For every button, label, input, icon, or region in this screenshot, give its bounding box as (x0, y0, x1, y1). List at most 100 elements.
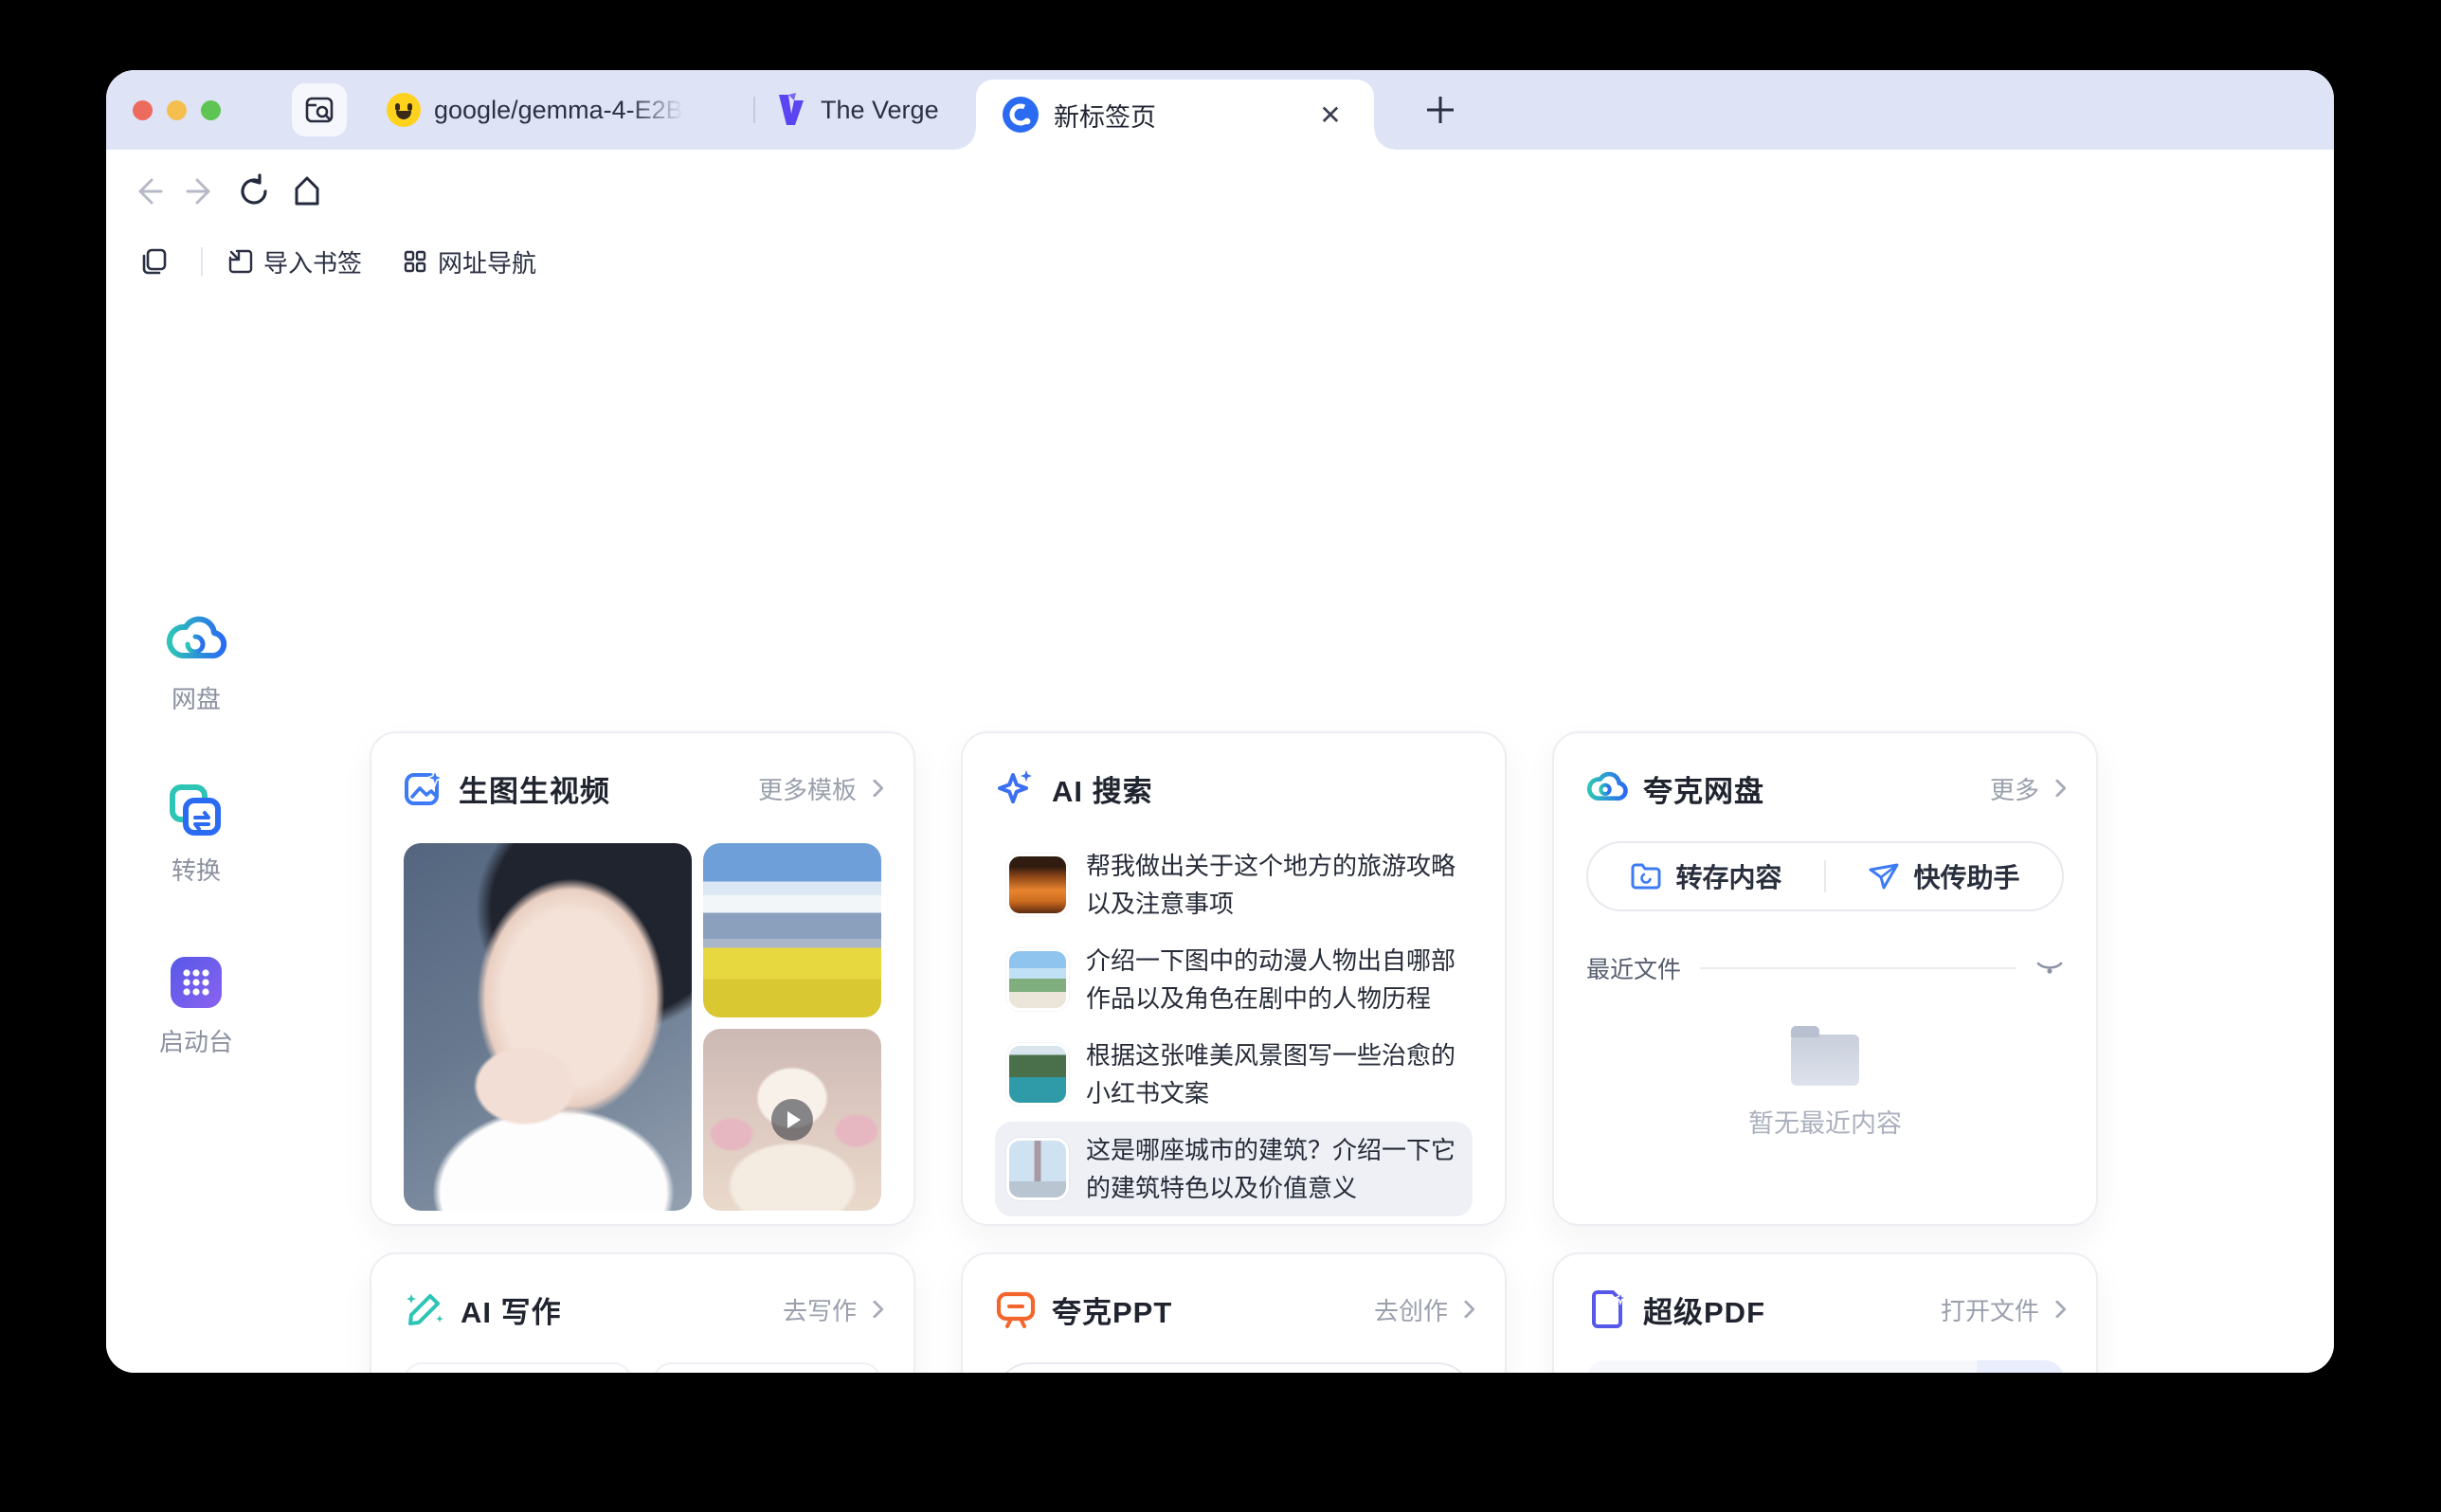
ppt-actions: 新建 PPT 模板库 (995, 1362, 1473, 1373)
sidebar-item-netdisk[interactable]: 网盘 (144, 612, 248, 715)
suggestion-text: 帮我做出关于这个地方的旅游攻略以及注意事项 (1086, 847, 1461, 923)
folder-save-icon (1630, 862, 1662, 891)
plus-icon (1423, 93, 1457, 127)
action-label: 打开文件 (1941, 1292, 2039, 1327)
sidebar-item-convert[interactable]: 转换 (144, 782, 248, 887)
play-icon (771, 1099, 813, 1141)
quick-transfer-button[interactable]: 快传助手 (1826, 857, 2062, 895)
tab-search-button[interactable] (292, 83, 347, 136)
feature-rail: 网盘 转换 (144, 612, 248, 1058)
window-controls[interactable] (133, 100, 221, 120)
ai-search-sparkle-icon (995, 767, 1037, 809)
empty-state-text: 暂无最近内容 (1748, 1103, 1902, 1140)
zoom-window-button[interactable] (201, 100, 221, 120)
tab-gemma[interactable]: google/gemma-4-E2B (387, 70, 832, 150)
card-super-pdf: 超级PDF 打开文件 示例 PDF 随心编辑，完整还原 格式、字体、颜色自动还原… (1552, 1252, 2098, 1373)
action-label: 去创作 (1374, 1292, 1448, 1327)
save-content-label: 转存内容 (1675, 857, 1781, 895)
netdisk-more-link[interactable]: 更多 (1990, 771, 2064, 806)
card-quark-ppt: 夸克PPT 去创作 新建 PPT (961, 1252, 1507, 1373)
site-navigation-button[interactable]: 网址导航 (402, 244, 536, 279)
minimize-window-button[interactable] (167, 100, 187, 120)
writing-prompt-card[interactable]: 帮我写一份职业生涯规划书，1500字 职业规划 (653, 1362, 881, 1373)
chevron-right-icon (865, 1300, 884, 1319)
ai-search-suggestion[interactable]: 帮我做出关于这个地方的旅游攻略以及注意事项 (995, 837, 1473, 932)
all-bookmarks-button[interactable] (127, 235, 180, 288)
card-ai-search: AI 搜索 帮我做出关于这个地方的旅游攻略以及注意事项 介绍一下图中的动漫人物出… (961, 731, 1507, 1226)
reload-icon (236, 173, 272, 209)
action-label: 更多模板 (758, 771, 857, 806)
card-title: 生图生视频 (459, 767, 610, 810)
card-title: 夸克网盘 (1643, 767, 1764, 810)
desktop-background: google/gemma-4-E2B The Verge 新标签页 ✕ (0, 0, 2441, 1512)
tab-title: The Verge (821, 96, 939, 125)
generated-portrait-image[interactable] (404, 843, 692, 1211)
sidebar-item-label: 转换 (172, 852, 221, 887)
suggestion-text: 这是哪座城市的建筑？介绍一下它的建筑特色以及价值意义 (1086, 1131, 1461, 1207)
card-title: 夸克PPT (1052, 1288, 1172, 1331)
card-title: AI 搜索 (1052, 767, 1153, 810)
quark-favicon-icon (1003, 97, 1039, 133)
eye-hidden-icon[interactable] (2035, 958, 2064, 979)
sample-badge: 示例 (1977, 1360, 2064, 1373)
generated-video-thumbnail[interactable] (703, 1029, 881, 1211)
open-file-link[interactable]: 打开文件 (1941, 1292, 2064, 1327)
ai-search-suggestion-highlighted[interactable]: 这是哪座城市的建筑？介绍一下它的建筑特色以及价值意义 (995, 1122, 1473, 1216)
go-create-link[interactable]: 去创作 (1374, 1292, 1473, 1327)
tab-title: google/gemma-4-E2B (434, 96, 683, 125)
tab-divider (753, 97, 755, 123)
netdisk-cloud-icon (1586, 769, 1628, 807)
sidebar-item-launchpad[interactable]: 启动台 (144, 953, 248, 1058)
tab-the-verge[interactable]: The Verge (775, 70, 974, 150)
netdisk-actions: 转存内容 快传助手 (1586, 841, 2064, 911)
close-window-button[interactable] (133, 100, 153, 120)
tab-new-tab-active[interactable]: 新标签页 ✕ (976, 80, 1374, 150)
new-tab-button[interactable] (1419, 89, 1461, 131)
suggestion-text: 根据这张唯美风景图写一些治愈的小红书文案 (1086, 1036, 1461, 1112)
cloud-drive-icon (165, 612, 227, 669)
quick-transfer-label: 快传助手 (1913, 857, 2019, 895)
home-button[interactable] (280, 165, 334, 218)
bookmarks-bar: 导入书签 网址导航 (106, 233, 2334, 290)
card-image-gen: 生图生视频 更多模板 (370, 731, 915, 1226)
verge-favicon-icon (775, 93, 807, 127)
grid-nav-icon (402, 248, 428, 275)
suggestion-thumbnail-tower (1006, 1138, 1069, 1200)
chevron-right-icon (2048, 1300, 2067, 1319)
back-arrow-icon (131, 174, 165, 208)
more-templates-link[interactable]: 更多模板 (758, 771, 881, 806)
suggestion-thumbnail-lake (1006, 1043, 1069, 1106)
generated-landscape-image[interactable] (703, 843, 881, 1017)
new-tab-page: 网盘 转换 (106, 290, 2334, 1373)
chevron-right-icon (2048, 779, 2067, 798)
action-label: 更多 (1990, 771, 2039, 806)
pdf-sample-edit[interactable]: 示例 PDF 随心编辑，完整还原 格式、字体、颜色自动还原，完美编辑扫描件 欢迎… (1586, 1360, 2064, 1373)
tab-search-icon (303, 94, 335, 126)
card-ai-writing: AI 写作 去写作 写几条给朋友的结婚祝福语 祝福语 (370, 1252, 915, 1373)
image-gen-icon (404, 768, 443, 808)
ppt-icon (995, 1288, 1037, 1330)
empty-folder-icon (1791, 1035, 1859, 1086)
import-bookmarks-button[interactable]: 导入书签 (227, 244, 362, 279)
import-bookmarks-label: 导入书签 (263, 244, 362, 279)
navigation-toolbar (106, 150, 2334, 233)
recent-files-label: 最近文件 (1586, 951, 1681, 985)
writing-prompt-card[interactable]: 写几条给朋友的结婚祝福语 祝福语 (404, 1362, 632, 1373)
import-icon (227, 248, 254, 275)
tab-title: 新标签页 (1054, 97, 1298, 134)
forward-button[interactable] (174, 165, 227, 218)
back-button[interactable] (121, 165, 174, 218)
empty-recent-state: 暂无最近内容 (1586, 1035, 2064, 1140)
launchpad-icon (167, 953, 226, 1012)
suggestion-thumbnail-night-building (1006, 854, 1069, 916)
reload-button[interactable] (227, 165, 280, 218)
convert-icon (167, 782, 226, 840)
ai-search-suggestion[interactable]: 介绍一下图中的动漫人物出自哪部作品以及角色在剧中的人物历程 (995, 932, 1473, 1027)
chevron-right-icon (865, 779, 884, 798)
go-writing-link[interactable]: 去写作 (783, 1292, 881, 1327)
close-tab-icon[interactable]: ✕ (1313, 99, 1347, 131)
ai-search-suggestion[interactable]: 根据这张唯美风景图写一些治愈的小红书文案 (995, 1027, 1473, 1122)
card-title: 超级PDF (1643, 1288, 1765, 1331)
save-content-button[interactable]: 转存内容 (1588, 857, 1824, 895)
paper-plane-icon (1868, 862, 1900, 891)
